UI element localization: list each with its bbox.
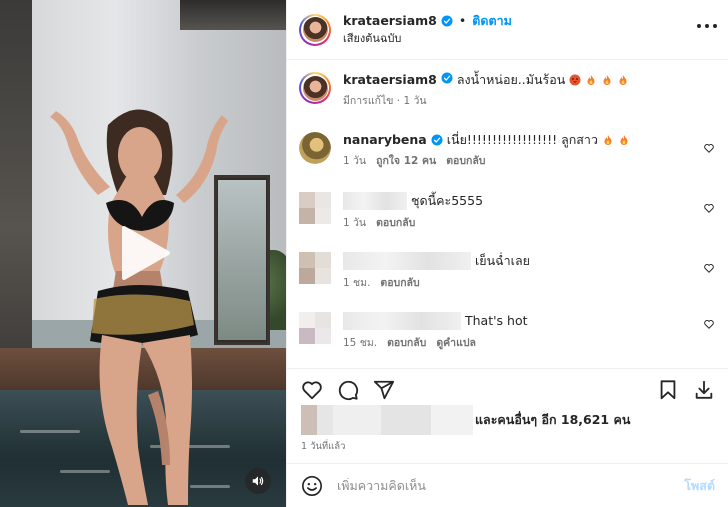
likes-summary[interactable]: และคนอื่นๆ อีก 18,621 คน xyxy=(301,405,630,435)
comment-item: เย็นฉ่ำเลย 1 ชม. ตอบกลับ xyxy=(299,252,715,291)
play-button[interactable] xyxy=(112,222,174,284)
commenter-username[interactable] xyxy=(343,192,407,210)
comment-icon[interactable] xyxy=(337,379,359,401)
post-date[interactable]: 1 วันที่แล้ว xyxy=(301,439,345,454)
caption-avatar[interactable] xyxy=(299,72,331,104)
comments-list[interactable]: krataersiam8 ลงน้ำหน่อย..มันร้อน มีการแก… xyxy=(287,60,728,368)
smiley-icon[interactable] xyxy=(301,475,323,497)
edited-label: มีการแก้ไข xyxy=(343,95,394,107)
verified-badge-icon xyxy=(431,134,443,146)
commenter-username[interactable] xyxy=(343,312,461,330)
liked-by-avatars xyxy=(301,405,473,435)
separator-dot: • xyxy=(458,12,467,28)
mute-toggle-button[interactable] xyxy=(245,468,271,494)
heart-icon[interactable] xyxy=(703,202,715,214)
likes-count[interactable]: และคนอื่นๆ อีก 18,621 คน xyxy=(475,410,630,430)
commenter-username[interactable]: nanarybena xyxy=(343,132,427,148)
commenter-avatar[interactable] xyxy=(299,132,331,164)
play-icon xyxy=(122,226,170,280)
verified-badge-icon xyxy=(441,15,453,26)
post-caption: krataersiam8 ลงน้ำหน่อย..มันร้อน มีการแก… xyxy=(299,72,629,109)
reply-button[interactable]: ตอบกลับ xyxy=(380,275,419,291)
comment-text: That's hot xyxy=(465,313,528,328)
commenter-avatar[interactable] xyxy=(299,192,331,224)
commenter-avatar[interactable] xyxy=(299,252,331,284)
comment-time[interactable]: 1 วัน xyxy=(343,215,366,231)
reply-button[interactable]: ตอบกลับ xyxy=(376,215,415,231)
commenter-avatar[interactable] xyxy=(299,312,331,344)
comment-item: nanarybena เนี่ย!!!!!!!!!!!!!!!!!! ลูกสา… xyxy=(299,132,715,169)
verified-badge-icon xyxy=(441,72,453,84)
more-icon[interactable] xyxy=(696,22,718,30)
comment-text: เย็นฉ่ำเลย xyxy=(475,253,530,268)
caption-text: ลงน้ำหน่อย..มันร้อน xyxy=(456,72,566,87)
bookmark-icon[interactable] xyxy=(657,379,679,401)
post-comment-button[interactable]: โพสต์ xyxy=(684,476,715,496)
download-icon[interactable] xyxy=(693,379,715,401)
fire-emoji-icon xyxy=(587,75,595,85)
heart-icon[interactable] xyxy=(703,262,715,274)
reply-button[interactable]: ตอบกลับ xyxy=(446,153,485,169)
comment-likes[interactable]: ถูกใจ 12 คน xyxy=(376,153,436,169)
hot-face-emoji-icon xyxy=(569,74,581,86)
post-side-panel: krataersiam8 • ติดตาม เสียงต้นฉบับ krata… xyxy=(286,0,728,507)
fire-emoji-icon xyxy=(620,135,628,145)
reply-button[interactable]: ตอบกลับ xyxy=(387,335,426,351)
post-dialog: krataersiam8 • ติดตาม เสียงต้นฉบับ krata… xyxy=(0,0,728,507)
caption-username[interactable]: krataersiam8 xyxy=(343,72,437,87)
follow-button[interactable]: ติดตาม xyxy=(472,13,512,29)
heart-icon[interactable] xyxy=(703,318,715,330)
author-avatar[interactable] xyxy=(299,13,331,46)
video-player[interactable] xyxy=(0,0,286,507)
fire-emoji-icon xyxy=(619,75,627,85)
caption-time[interactable]: 1 วัน xyxy=(403,95,426,107)
author-username[interactable]: krataersiam8 xyxy=(343,13,437,29)
speaker-icon xyxy=(252,476,264,486)
fire-emoji-icon xyxy=(604,135,612,145)
comment-input[interactable] xyxy=(337,478,657,493)
see-translation-button[interactable]: ดูคำแปล xyxy=(436,335,476,351)
dancer-figure xyxy=(50,109,228,505)
original-audio-link[interactable]: เสียงต้นฉบับ xyxy=(343,31,512,47)
share-icon[interactable] xyxy=(373,379,395,401)
comment-text: เนี่ย!!!!!!!!!!!!!!!!!! ลูกสาว xyxy=(446,132,598,147)
post-header: krataersiam8 • ติดตาม เสียงต้นฉบับ xyxy=(287,0,728,60)
fire-emoji-icon xyxy=(603,75,611,85)
comment-item: ชุดนี้คะ5555 1 วัน ตอบกลับ xyxy=(299,192,715,231)
commenter-username[interactable] xyxy=(343,252,471,270)
heart-icon[interactable] xyxy=(703,142,715,154)
like-heart-icon[interactable] xyxy=(301,379,323,401)
comment-item: That's hot 15 ชม. ตอบกลับ ดูคำแปล xyxy=(299,312,715,351)
comment-time[interactable]: 1 วัน xyxy=(343,153,366,169)
add-comment-bar: โพสต์ xyxy=(287,463,728,507)
post-actions: และคนอื่นๆ อีก 18,621 คน 1 วันที่แล้ว xyxy=(287,368,728,452)
comment-text: ชุดนี้คะ5555 xyxy=(411,193,484,208)
comment-time[interactable]: 15 ชม. xyxy=(343,335,377,351)
comment-time[interactable]: 1 ชม. xyxy=(343,275,370,291)
